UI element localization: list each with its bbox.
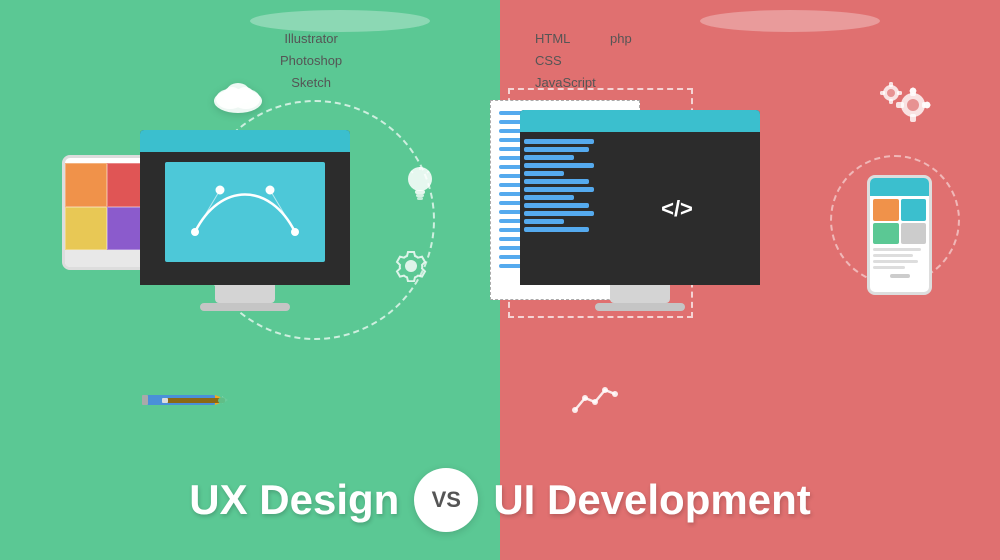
code-line (524, 227, 589, 232)
tool-javascript: JavaScript (535, 72, 596, 94)
monitor-screen-right: </> (520, 110, 760, 285)
monitor-base-right (595, 303, 685, 311)
vs-label: VS (432, 487, 461, 513)
monitor-screen-left (140, 130, 350, 285)
code-line (524, 219, 564, 224)
monitor-right: </> (520, 110, 760, 311)
tablet-bottom (65, 250, 149, 270)
cloud-icon (210, 75, 266, 118)
monitor-bar-right (520, 110, 760, 132)
tool-php: php (610, 28, 632, 50)
gears-icon-right (875, 75, 945, 140)
monitor-bar-left (140, 130, 350, 152)
tool-photoshop: Photoshop (280, 50, 342, 72)
code-line (524, 195, 574, 200)
ux-design-title: UX Design (189, 476, 399, 524)
code-line (524, 163, 594, 168)
code-display: </> (520, 132, 760, 285)
tool-sketch: Sketch (280, 72, 342, 94)
gear-icon-left (395, 250, 427, 287)
phone-lines (873, 248, 926, 269)
vs-badge: VS (414, 468, 478, 532)
bottom-title: UX Design VS UI Development (0, 468, 1000, 532)
phone-content (870, 196, 929, 286)
phone-line (873, 260, 918, 263)
phone-line (873, 266, 905, 269)
code-line (524, 211, 594, 216)
phone-button (890, 274, 910, 278)
tool-css: CSS (535, 50, 596, 72)
phone-top-bar (870, 178, 929, 196)
code-line (524, 187, 594, 192)
ui-development-title: UI Development (493, 476, 810, 524)
tools-right-col1: HTML CSS JavaScript (535, 28, 596, 94)
graph-icon (570, 380, 620, 420)
code-line (524, 155, 574, 160)
phone-grid (873, 199, 926, 244)
tablet-cell-yellow (65, 207, 107, 251)
wave-decoration-right (700, 10, 880, 32)
tools-right-col2: php (610, 28, 632, 50)
monitor-stand-left (215, 285, 275, 303)
code-line (524, 179, 589, 184)
tool-html: HTML (535, 28, 596, 50)
monitor-left (140, 130, 350, 311)
bezier-canvas (165, 162, 325, 262)
tablet-device (62, 155, 152, 270)
code-tag-display: </> (598, 136, 756, 281)
tablet-cell-orange (65, 163, 107, 207)
pencil-brush-icon (140, 385, 260, 420)
code-line (524, 171, 564, 176)
tools-left: Illustrator Photoshop Sketch (280, 28, 342, 94)
phone-cell-teal (901, 199, 927, 221)
phone-cell-green (873, 223, 899, 245)
phone-line (873, 248, 921, 251)
tool-illustrator: Illustrator (280, 28, 342, 50)
phone-cell-gray (901, 223, 927, 245)
code-line (524, 139, 594, 144)
monitor-stand-right (610, 285, 670, 303)
code-line (524, 203, 589, 208)
code-lines (524, 136, 594, 281)
lightbulb-icon (405, 165, 435, 208)
monitor-base-left (200, 303, 290, 311)
phone-line (873, 254, 913, 257)
phone-device (867, 175, 932, 295)
phone-cell-orange (873, 199, 899, 221)
code-line (524, 147, 589, 152)
